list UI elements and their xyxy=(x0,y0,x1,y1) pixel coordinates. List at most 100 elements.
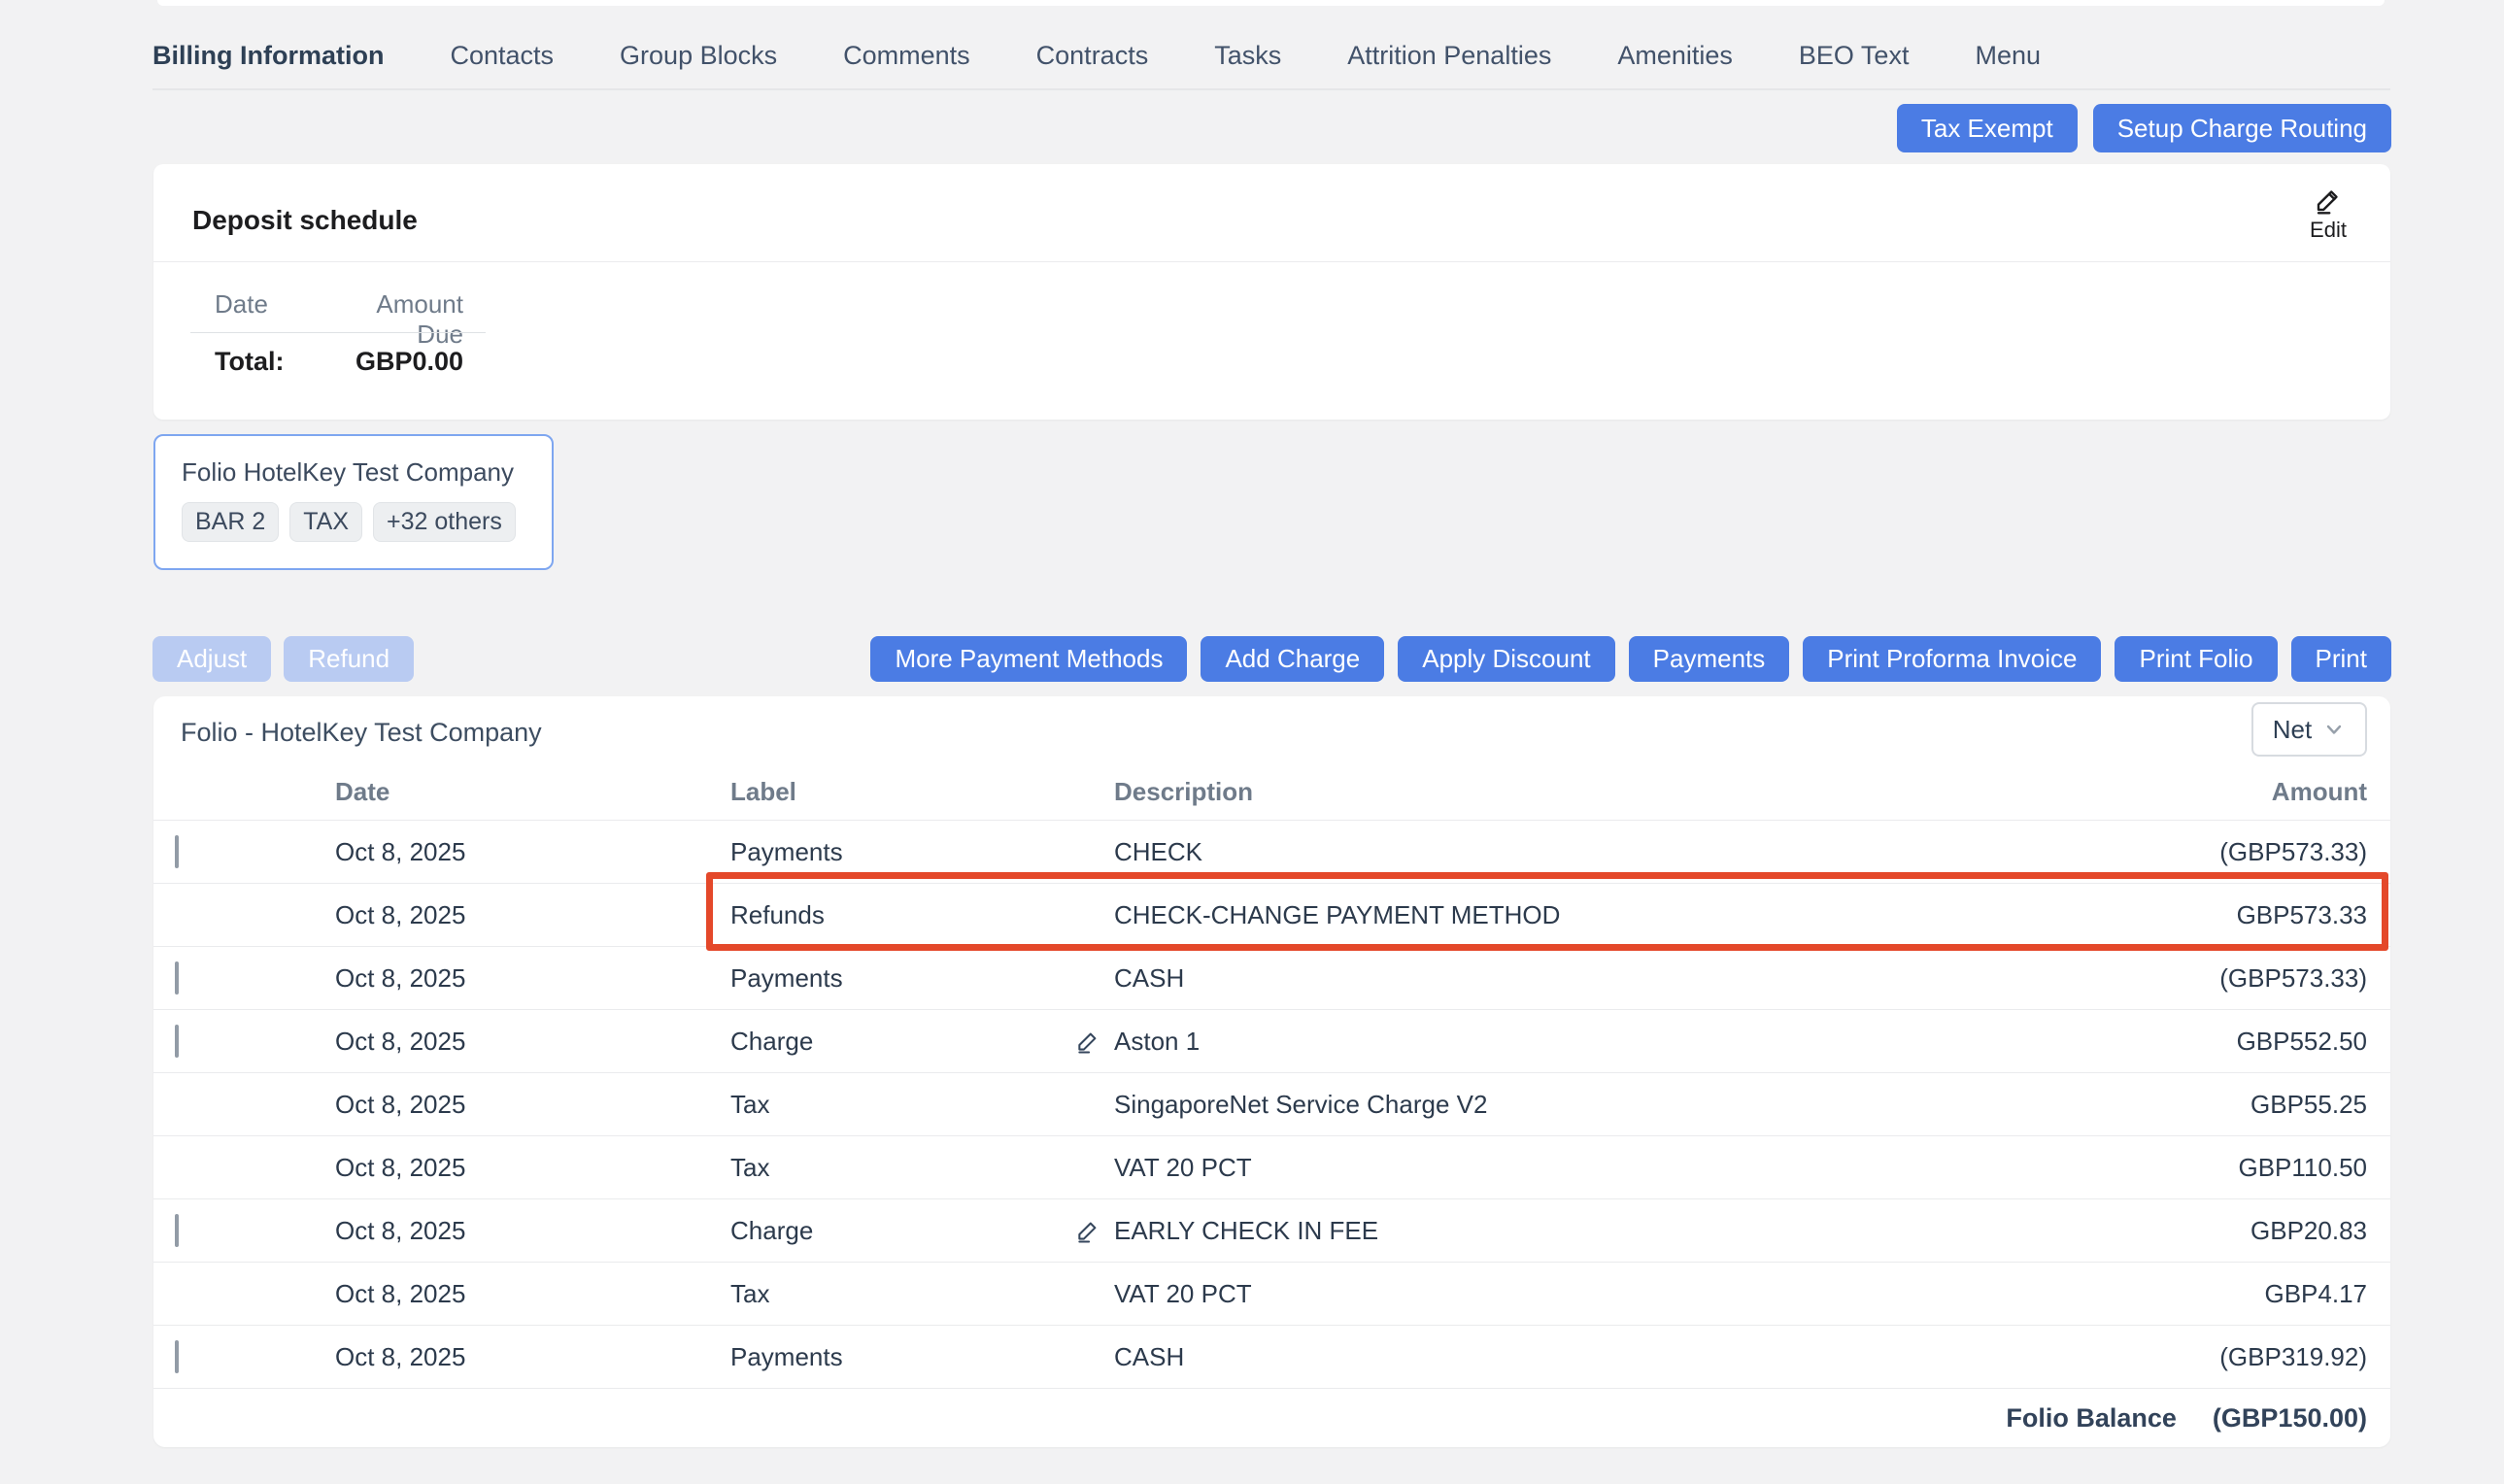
row-checkbox[interactable] xyxy=(175,1340,179,1373)
print-folio-button[interactable]: Print Folio xyxy=(2115,636,2277,682)
folio-actions-row: Adjust Refund More Payment Methods Add C… xyxy=(152,636,2391,682)
cell-date: Oct 8, 2025 xyxy=(335,837,730,867)
folio-tag-bar2[interactable]: BAR 2 xyxy=(182,502,279,542)
row-checkbox[interactable] xyxy=(175,835,179,868)
cell-description: CHECK xyxy=(1114,837,2083,867)
description-text: VAT 20 PCT xyxy=(1114,1153,1252,1183)
cell-label: Tax xyxy=(730,1090,1114,1120)
description-text: CASH xyxy=(1114,1342,1184,1372)
cell-description: CASH xyxy=(1114,1342,2083,1372)
cell-amount: (GBP319.92) xyxy=(2083,1342,2367,1372)
folio-selector-card[interactable]: Folio HotelKey Test Company BAR 2 TAX +3… xyxy=(153,434,554,570)
row-checkbox[interactable] xyxy=(175,1025,179,1058)
folio-tag-others[interactable]: +32 others xyxy=(373,502,516,542)
description-text: EARLY CHECK IN FEE xyxy=(1114,1216,1378,1246)
payments-button[interactable]: Payments xyxy=(1629,636,1790,682)
table-row-highlighted: Oct 8, 2025 Refunds CHECK-CHANGE PAYMENT… xyxy=(153,883,2390,946)
cell-label: Charge xyxy=(730,1216,1114,1246)
cell-amount: GBP573.33 xyxy=(2083,900,2367,930)
row-checkbox[interactable] xyxy=(175,961,179,995)
edit-charge-icon[interactable] xyxy=(1075,1029,1100,1054)
description-text: VAT 20 PCT xyxy=(1114,1279,1252,1309)
column-header-description: Description xyxy=(1114,777,2083,807)
chevron-down-icon xyxy=(2322,718,2346,741)
cell-date: Oct 8, 2025 xyxy=(335,900,730,930)
apply-discount-button[interactable]: Apply Discount xyxy=(1398,636,1614,682)
folio-table-title: Folio - HotelKey Test Company xyxy=(181,718,542,748)
description-text: CHECK-CHANGE PAYMENT METHOD xyxy=(1114,900,1560,930)
tab-beo-text[interactable]: BEO Text xyxy=(1799,41,1910,71)
net-filter-value: Net xyxy=(2273,715,2312,745)
row-checkbox[interactable] xyxy=(175,1214,179,1247)
adjust-button[interactable]: Adjust xyxy=(152,636,271,682)
tab-comments[interactable]: Comments xyxy=(843,41,970,71)
folio-table-title-row: Folio - HotelKey Test Company Net xyxy=(153,696,2390,763)
cell-amount: (GBP573.33) xyxy=(2083,963,2367,994)
tab-contacts[interactable]: Contacts xyxy=(450,41,554,71)
deposit-amount-due-header: Amount Due xyxy=(326,289,463,350)
table-row: Oct 8, 2025 Charge Aston 1 GBP552.50 xyxy=(153,1009,2390,1072)
divider xyxy=(190,332,486,333)
setup-charge-routing-button[interactable]: Setup Charge Routing xyxy=(2093,104,2391,152)
folio-balance-row: Folio Balance (GBP150.00) xyxy=(153,1388,2390,1447)
cell-amount: GBP4.17 xyxy=(2083,1279,2367,1309)
cell-amount: GBP55.25 xyxy=(2083,1090,2367,1120)
cell-label: Refunds xyxy=(730,900,1114,930)
print-button[interactable]: Print xyxy=(2291,636,2391,682)
print-proforma-invoice-button[interactable]: Print Proforma Invoice xyxy=(1803,636,2101,682)
tax-exempt-button[interactable]: Tax Exempt xyxy=(1897,104,2078,152)
folio-tags: BAR 2 TAX +32 others xyxy=(182,502,516,542)
edit-deposit-schedule-button[interactable]: Edit xyxy=(2299,186,2357,243)
tab-attrition-penalties[interactable]: Attrition Penalties xyxy=(1347,41,1551,71)
cell-date: Oct 8, 2025 xyxy=(335,1342,730,1372)
table-row: Oct 8, 2025 Tax VAT 20 PCT GBP110.50 xyxy=(153,1135,2390,1198)
cell-label: Payments xyxy=(730,837,1114,867)
tab-amenities[interactable]: Amenities xyxy=(1617,41,1733,71)
folio-actions-right: More Payment Methods Add Charge Apply Di… xyxy=(870,636,2391,682)
tab-menu[interactable]: Menu xyxy=(1975,41,2041,71)
add-charge-button[interactable]: Add Charge xyxy=(1201,636,1384,682)
table-row: Oct 8, 2025 Charge EARLY CHECK IN FEE GB… xyxy=(153,1198,2390,1262)
tab-billing-information[interactable]: Billing Information xyxy=(152,41,384,71)
table-row: Oct 8, 2025 Payments CHECK (GBP573.33) xyxy=(153,820,2390,883)
cell-description: CASH xyxy=(1114,963,2083,994)
folio-tag-tax[interactable]: TAX xyxy=(289,502,362,542)
deposit-date-header: Date xyxy=(215,289,268,320)
table-row: Oct 8, 2025 Tax VAT 20 PCT GBP4.17 xyxy=(153,1262,2390,1325)
tab-contracts[interactable]: Contracts xyxy=(1036,41,1149,71)
cell-description: SingaporeNet Service Charge V2 xyxy=(1114,1090,2083,1120)
cell-date: Oct 8, 2025 xyxy=(335,1090,730,1120)
cell-description: CHECK-CHANGE PAYMENT METHOD xyxy=(1114,900,2083,930)
folio-balance-label: Folio Balance xyxy=(2006,1403,2177,1433)
pencil-icon xyxy=(2314,186,2343,215)
cell-label: Tax xyxy=(730,1279,1114,1309)
deposit-total-value: GBP0.00 xyxy=(326,347,463,377)
divider xyxy=(153,261,2390,262)
tab-group-blocks[interactable]: Group Blocks xyxy=(620,41,777,71)
refund-button[interactable]: Refund xyxy=(284,636,414,682)
net-filter-dropdown[interactable]: Net xyxy=(2251,702,2367,757)
cell-label: Tax xyxy=(730,1153,1114,1183)
cell-label: Payments xyxy=(730,963,1114,994)
tab-tasks[interactable]: Tasks xyxy=(1214,41,1281,71)
deposit-schedule-title: Deposit schedule xyxy=(192,205,418,236)
table-row: Oct 8, 2025 Tax SingaporeNet Service Cha… xyxy=(153,1072,2390,1135)
cell-description: VAT 20 PCT xyxy=(1114,1279,2083,1309)
cell-date: Oct 8, 2025 xyxy=(335,1153,730,1183)
edit-charge-icon[interactable] xyxy=(1075,1218,1100,1243)
cell-label: Payments xyxy=(730,1342,1114,1372)
deposit-schedule-card: Deposit schedule Edit Date Amount Due To… xyxy=(153,164,2390,420)
table-row: Oct 8, 2025 Payments CASH (GBP319.92) xyxy=(153,1325,2390,1388)
cell-amount: GBP110.50 xyxy=(2083,1153,2367,1183)
more-payment-methods-button[interactable]: More Payment Methods xyxy=(870,636,1187,682)
header-actions: Tax Exempt Setup Charge Routing xyxy=(1897,104,2391,152)
cell-description: VAT 20 PCT xyxy=(1114,1153,2083,1183)
cell-date: Oct 8, 2025 xyxy=(335,963,730,994)
table-header-row: Date Label Description Amount xyxy=(153,763,2390,820)
cell-date: Oct 8, 2025 xyxy=(335,1279,730,1309)
cell-date: Oct 8, 2025 xyxy=(335,1216,730,1246)
cell-label: Charge xyxy=(730,1027,1114,1057)
description-text: CHECK xyxy=(1114,837,1202,867)
edit-label: Edit xyxy=(2310,218,2347,243)
column-header-amount: Amount xyxy=(2083,777,2367,807)
